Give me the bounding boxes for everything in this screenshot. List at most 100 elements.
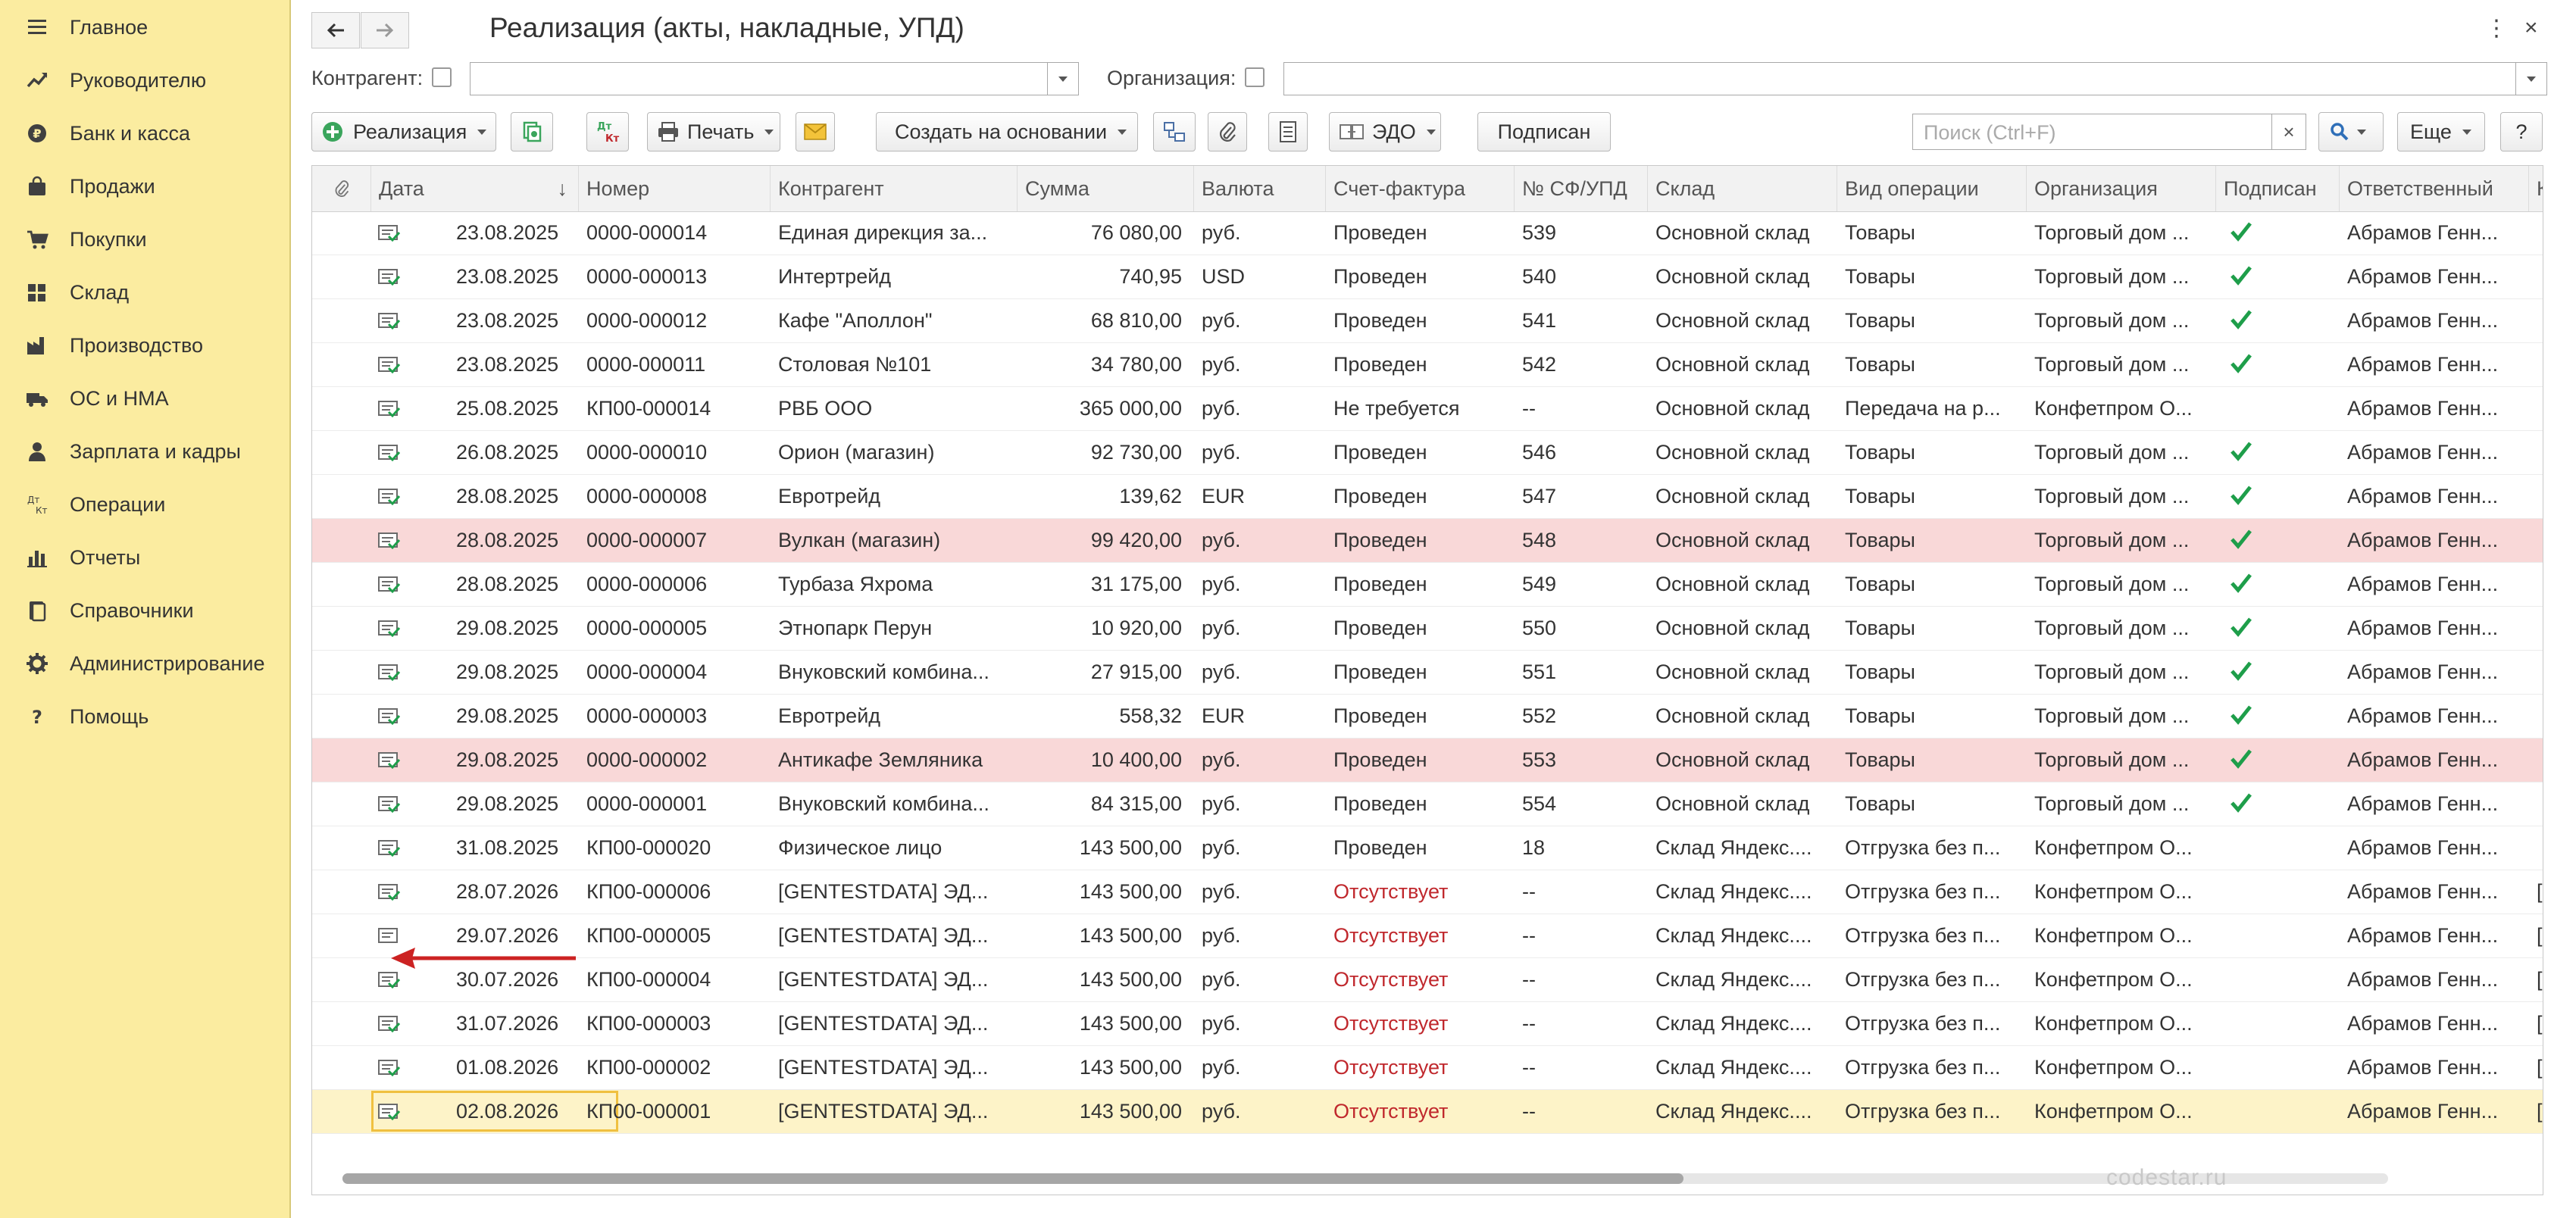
- table-row[interactable]: 23.08.2025 0000-000014 Единая дирекция за.…: [312, 211, 2543, 255]
- sidebar-item-manager[interactable]: Руководителю: [0, 56, 288, 105]
- column-header-counterparty[interactable]: Контрагент: [771, 166, 1018, 211]
- forward-button[interactable]: [361, 12, 409, 48]
- counterparty-dropdown-button[interactable]: [1047, 63, 1078, 95]
- sidebar-item-fixed-assets[interactable]: ОС и НМА: [0, 374, 288, 423]
- table-row[interactable]: 28.08.2025 0000-000008 Евротрейд 139,62 EUR П…: [312, 475, 2543, 519]
- cell-warehouse: Склад Яндекс....: [1655, 924, 1812, 947]
- cell-counterparty: [GENTESTDATA] ЭД...: [778, 880, 989, 903]
- column-header-sum[interactable]: Сумма: [1018, 166, 1194, 211]
- table-row[interactable]: 31.07.2026 КП00-000003 [GENTESTDATA] ЭД...…: [312, 1002, 2543, 1046]
- column-header-comment[interactable]: Ко: [2529, 166, 2543, 211]
- scrollbar-thumb[interactable]: [342, 1173, 1683, 1184]
- help-button[interactable]: ?: [2500, 112, 2543, 151]
- attachment-column-header[interactable]: [312, 166, 371, 211]
- table-row[interactable]: 23.08.2025 0000-000012 Кафе "Аполлон" 68 81…: [312, 299, 2543, 343]
- column-header-organization[interactable]: Организация: [2027, 166, 2216, 211]
- organization-filter-field[interactable]: [1283, 62, 2547, 95]
- table-row[interactable]: 23.08.2025 0000-000013 Интертрейд 740,95 USD…: [312, 255, 2543, 299]
- structure-button[interactable]: [1153, 112, 1196, 151]
- sidebar-item-warehouse[interactable]: Склад: [0, 268, 288, 317]
- cell-invoice: Проведен: [1333, 792, 1427, 815]
- search-field[interactable]: ×: [1912, 114, 2306, 150]
- column-header-signed[interactable]: Подписан: [2216, 166, 2340, 211]
- table-row[interactable]: 01.08.2026 КП00-000002 [GENTESTDATA] ЭД...…: [312, 1046, 2543, 1090]
- search-input[interactable]: [1922, 119, 2243, 146]
- postings-button[interactable]: Дт Кт: [586, 112, 629, 151]
- table-row[interactable]: 31.08.2025 КП00-000020 Физическое лицо 143 …: [312, 826, 2543, 870]
- page-title: Реализация (акты, накладные, УПД): [489, 12, 964, 43]
- sidebar-item-label: Операции: [70, 492, 166, 516]
- column-header-warehouse[interactable]: Склад: [1648, 166, 1837, 211]
- cell-organization: Конфетпром О...: [2034, 1100, 2193, 1123]
- table-row[interactable]: 23.08.2025 0000-000011 Столовая №101 34 780…: [312, 343, 2543, 387]
- cell-number: 0000-000003: [586, 704, 708, 727]
- cell-date: 29.08.2025: [456, 792, 559, 815]
- sidebar-item-help[interactable]: ? Помощь: [0, 692, 288, 741]
- table-row[interactable]: 29.08.2025 0000-000004 Внуковский комбина.…: [312, 651, 2543, 695]
- column-header-invoice-number[interactable]: № СФ/УПД: [1515, 166, 1648, 211]
- cell-number: КП00-000006: [586, 880, 711, 903]
- cell-operation-type: Товары: [1845, 704, 1915, 727]
- table-row[interactable]: 30.07.2026 КП00-000004 [GENTESTDATA] ЭД...…: [312, 958, 2543, 1002]
- table-row[interactable]: 25.08.2025 КП00-000014 РВБ ООО 365 000,00 ру…: [312, 387, 2543, 431]
- column-header-responsible[interactable]: Ответственный: [2340, 166, 2529, 211]
- cell-organization: Торговый дом ...: [2034, 573, 2190, 595]
- chevron-down-icon: [2527, 76, 2536, 82]
- sidebar-item-bank[interactable]: ₽ Банк и касса: [0, 109, 288, 158]
- print-button[interactable]: Печать: [647, 112, 780, 151]
- arrow-left-icon: [327, 23, 344, 38]
- edo-button[interactable]: ЭДО: [1329, 112, 1441, 151]
- sidebar-item-main[interactable]: Главное: [0, 3, 288, 52]
- close-icon[interactable]: ×: [2524, 15, 2538, 41]
- counterparty-filter-checkbox[interactable]: [432, 67, 452, 87]
- sidebar-item-payroll[interactable]: Зарплата и кадры: [0, 427, 288, 476]
- column-header-date[interactable]: Дата ↓: [371, 166, 579, 211]
- counterparty-filter-field[interactable]: [470, 62, 1079, 95]
- registry-button[interactable]: [1268, 112, 1308, 151]
- sidebar-item-label: Помощь: [70, 704, 149, 728]
- horizontal-scrollbar[interactable]: [342, 1173, 2388, 1184]
- sidebar-item-operations[interactable]: Дт Кт Операции: [0, 480, 288, 529]
- table-row[interactable]: 02.08.2026 КП00-000001 [GENTESTDATA] ЭД...…: [312, 1090, 2543, 1134]
- column-header-invoice[interactable]: Счет-фактура: [1326, 166, 1515, 211]
- attachments-button[interactable]: [1208, 112, 1247, 151]
- table-row[interactable]: 28.08.2025 0000-000007 Вулкан (магазин) 99 …: [312, 519, 2543, 563]
- organization-filter-checkbox[interactable]: [1245, 67, 1265, 87]
- create-based-on-button[interactable]: Создать на основании: [876, 112, 1138, 151]
- signed-filter-button[interactable]: Подписан: [1477, 112, 1611, 151]
- table-row[interactable]: 29.08.2025 0000-000005 Этнопарк Перун 10 92…: [312, 607, 2543, 651]
- create-realization-button[interactable]: Реализация: [311, 112, 496, 151]
- more-options-icon[interactable]: ⋮: [2485, 15, 2508, 42]
- send-email-button[interactable]: [796, 112, 835, 151]
- sidebar-item-admin[interactable]: Администрирование: [0, 639, 288, 688]
- cell-currency: EUR: [1202, 704, 1246, 727]
- cell-responsible: Абрамов Генн...: [2347, 880, 2499, 903]
- sidebar-item-reports[interactable]: Отчеты: [0, 533, 288, 582]
- column-header-currency[interactable]: Валюта: [1194, 166, 1326, 211]
- table-row[interactable]: 29.08.2025 0000-000003 Евротрейд 558,32 EUR П…: [312, 695, 2543, 739]
- sidebar-item-catalogs[interactable]: Справочники: [0, 586, 288, 635]
- copy-document-button[interactable]: [511, 112, 553, 151]
- table-row[interactable]: 28.08.2025 0000-000006 Турбаза Яхрома 31 17…: [312, 563, 2543, 607]
- cell-date: 29.08.2025: [456, 617, 559, 639]
- search-options-button[interactable]: [2318, 112, 2384, 151]
- table-row[interactable]: 26.08.2025 0000-000010 Орион (магазин) 92 7…: [312, 431, 2543, 475]
- sidebar-item-sales[interactable]: Продажи: [0, 162, 288, 211]
- clear-search-icon[interactable]: ×: [2271, 114, 2306, 149]
- table-row[interactable]: 29.08.2025 0000-000002 Антикафе Земляника 1…: [312, 739, 2543, 782]
- sidebar-item-purchases[interactable]: Покупки: [0, 215, 288, 264]
- more-actions-button[interactable]: Еще: [2397, 112, 2485, 151]
- column-header-number[interactable]: Номер: [579, 166, 771, 211]
- column-header-operation-type[interactable]: Вид операции: [1837, 166, 2027, 211]
- cell-sum: 740,95: [1119, 265, 1182, 288]
- table-row[interactable]: 29.07.2026 КП00-000005 [GENTESTDATA] ЭД...…: [312, 914, 2543, 958]
- cell-date: 23.08.2025: [456, 353, 559, 376]
- table-row[interactable]: 28.07.2026 КП00-000006 [GENTESTDATA] ЭД...…: [312, 870, 2543, 914]
- organization-dropdown-button[interactable]: [2515, 63, 2546, 95]
- cell-counterparty: Турбаза Яхрома: [778, 573, 933, 595]
- sidebar-item-production[interactable]: Производство: [0, 321, 288, 370]
- cell-operation-type: Товары: [1845, 661, 1915, 683]
- cell-date: 23.08.2025: [456, 265, 559, 288]
- table-row[interactable]: 29.08.2025 0000-000001 Внуковский комбина.…: [312, 782, 2543, 826]
- back-button[interactable]: [311, 12, 360, 48]
